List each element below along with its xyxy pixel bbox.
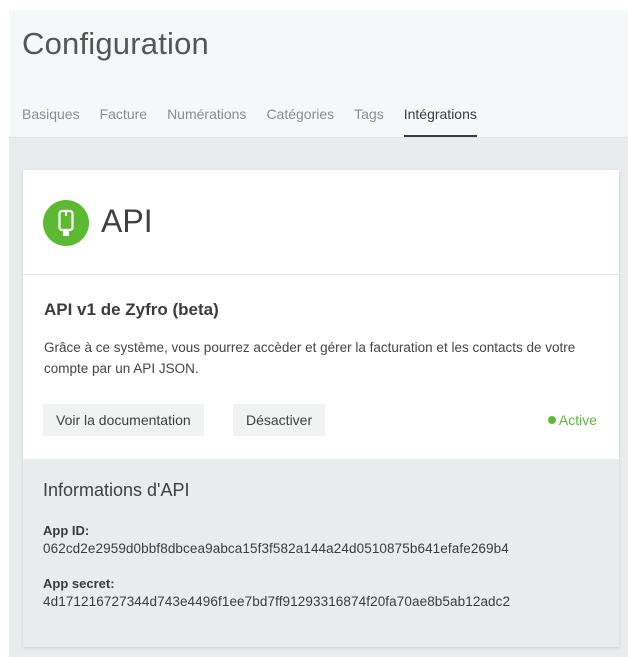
tab-bar: Basiques Facture Numérations Catégories … <box>22 106 477 137</box>
tab-facture[interactable]: Facture <box>100 106 147 135</box>
card-title: API <box>101 203 153 239</box>
api-info-panel: Informations d'API App ID: 062cd2e2959d0… <box>23 459 619 647</box>
card-header: API <box>23 170 619 275</box>
tab-categories[interactable]: Catégories <box>266 106 334 135</box>
status-dot-icon <box>547 416 556 424</box>
phone-icon <box>58 209 74 236</box>
page-header: Configuration Basiques Facture Numératio… <box>9 10 628 138</box>
deactivate-button[interactable]: Désactiver <box>233 404 326 436</box>
configuration-page: Configuration Basiques Facture Numératio… <box>9 10 628 657</box>
status-badge: Active <box>547 412 597 428</box>
tab-integrations[interactable]: Intégrations <box>403 106 477 137</box>
info-title: Informations d'API <box>43 480 190 500</box>
view-documentation-button[interactable]: Voir la documentation <box>43 404 204 436</box>
page-title: Configuration <box>22 26 209 61</box>
app-id-label: App ID: <box>43 523 90 538</box>
app-secret-label: App secret: <box>43 576 115 591</box>
api-logo <box>43 200 89 246</box>
tab-numerations[interactable]: Numérations <box>167 106 246 135</box>
status-label: Active <box>558 412 597 428</box>
api-integration-card: API API v1 de Zyfro (beta) Grâce à ce sy… <box>23 170 619 647</box>
section-title: API v1 de Zyfro (beta) <box>44 300 219 319</box>
app-id-value: 062cd2e2959d0bbf8dbcea9abca15f3f582a144a… <box>43 541 509 556</box>
app-secret-value: 4d171216727344d743e4496f1ee7bd7ff9129331… <box>43 594 511 609</box>
tab-basiques[interactable]: Basiques <box>22 106 80 135</box>
tab-tags[interactable]: Tags <box>354 106 384 135</box>
api-description: Grâce à ce système, vous pourrez accèder… <box>44 340 576 376</box>
